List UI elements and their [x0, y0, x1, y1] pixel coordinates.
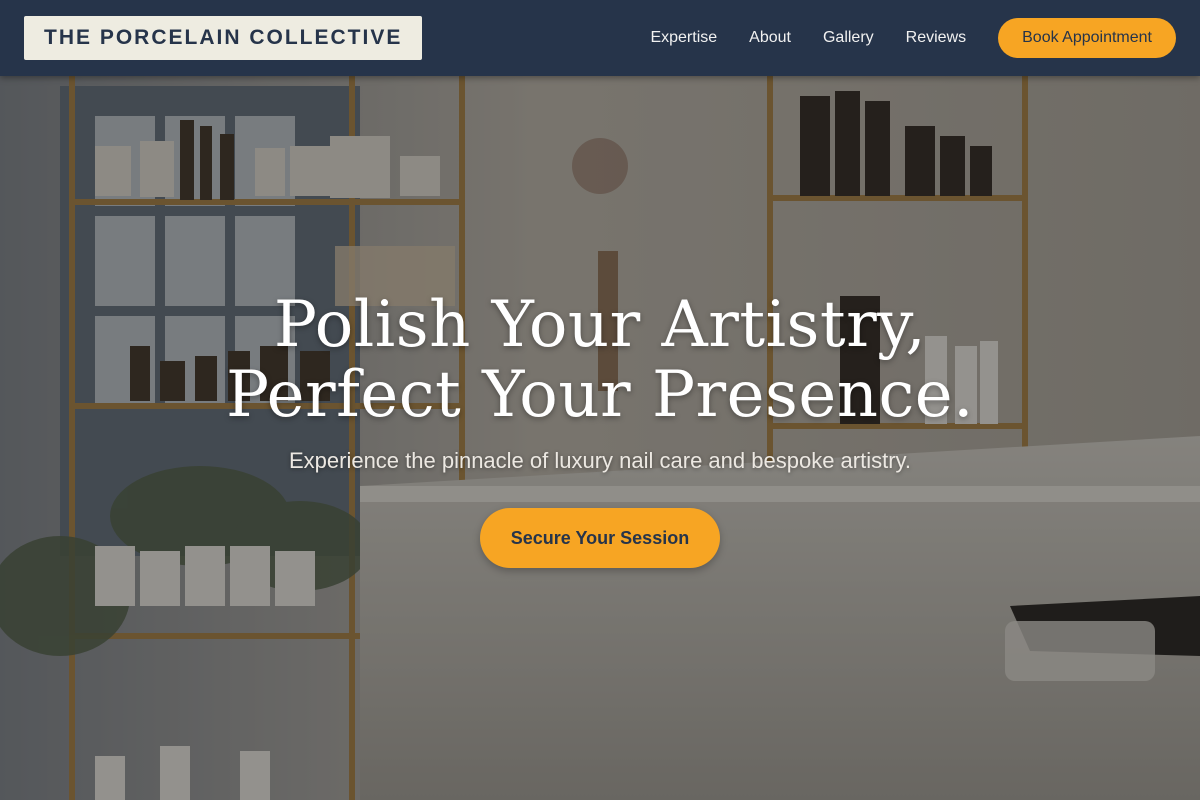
secure-session-button[interactable]: Secure Your Session [480, 508, 720, 568]
brand-name: THE PORCELAIN COLLECTIVE [44, 26, 403, 49]
main-nav: Expertise About Gallery Reviews Book App… [618, 18, 1176, 58]
nav-link-reviews[interactable]: Reviews [906, 29, 966, 47]
site-header: THE PORCELAIN COLLECTIVE Expertise About… [0, 0, 1200, 76]
hero-content: Polish Your Artistry, Perfect Your Prese… [0, 290, 1200, 568]
nav-link-about[interactable]: About [749, 29, 791, 47]
book-appointment-button[interactable]: Book Appointment [998, 18, 1176, 58]
brand-logo[interactable]: THE PORCELAIN COLLECTIVE [24, 16, 423, 60]
hero-section: Polish Your Artistry, Perfect Your Prese… [0, 76, 1200, 800]
hero-title-line-1: Polish Your Artistry, [273, 288, 927, 362]
hero-subtitle: Experience the pinnacle of luxury nail c… [288, 448, 912, 473]
nav-link-gallery[interactable]: Gallery [823, 29, 874, 47]
hero-title-line-2: Perfect Your Presence. [225, 358, 975, 432]
nav-link-expertise[interactable]: Expertise [650, 29, 717, 47]
hero-title: Polish Your Artistry, Perfect Your Prese… [0, 290, 1200, 430]
